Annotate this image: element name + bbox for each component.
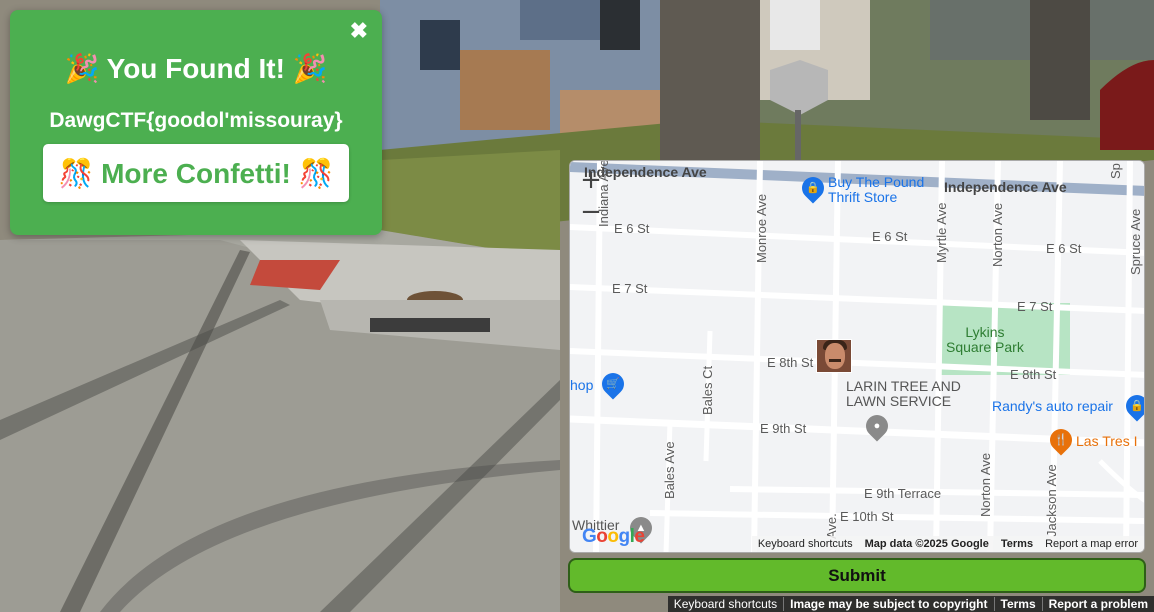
success-popup: ✖ 🎉 You Found It! 🎉 DawgCTF{goodol'misso… — [10, 10, 382, 235]
poi-las-tres[interactable]: Las Tres I — [1076, 433, 1137, 449]
street-label: Spruce Ave — [1128, 208, 1143, 275]
street-label: Myrtle Ave — [934, 202, 949, 263]
poi-lykins-park[interactable]: Lykins Square Park — [946, 325, 1024, 355]
poi-randys-auto[interactable]: Randy's auto repair — [992, 398, 1113, 414]
shopping-pin-icon[interactable]: 🛒 — [597, 368, 629, 400]
popup-title: 🎉 You Found It! 🎉 — [64, 53, 328, 84]
street-label: Bales Ave — [662, 441, 677, 499]
street-label: Jackson Ave — [1044, 464, 1059, 537]
keyboard-shortcuts-link[interactable]: Keyboard shortcuts — [668, 597, 785, 611]
poi-larin-tree[interactable]: LARIN TREE AND LAWN SERVICE — [846, 379, 961, 409]
street-label: Norton Ave — [978, 452, 993, 517]
place-pin-icon[interactable]: ● — [861, 410, 893, 442]
keyboard-shortcuts-link[interactable]: Keyboard shortcuts — [752, 538, 859, 550]
flag-text: DawgCTF{goodol'missouray} — [49, 109, 343, 132]
street-label: Bales Ct — [700, 365, 715, 415]
guess-map[interactable]: + − Independence Ave Independence Ave E … — [569, 160, 1145, 553]
street-label: Indiana Ave — [596, 160, 611, 227]
street-label: Sp — [1108, 163, 1123, 179]
guess-marker-avatar[interactable] — [816, 339, 852, 373]
submit-button[interactable]: Submit — [568, 558, 1146, 593]
terms-link[interactable]: Terms — [995, 538, 1039, 550]
poi-shop[interactable]: hop — [570, 377, 593, 393]
street-label: E 9th St — [760, 421, 807, 436]
street-label: E 9th Terrace — [864, 486, 942, 501]
street-label: E 6 St — [1046, 241, 1082, 256]
street-label: E 8th St — [767, 355, 814, 370]
street-view-footer: Keyboard shortcuts Image may be subject … — [667, 596, 1154, 612]
map-data-text: Map data ©2025 Google — [864, 538, 989, 550]
poi-thrift-store[interactable]: Buy The Pound Thrift Store — [828, 175, 924, 205]
more-confetti-button[interactable]: 🎊 More Confetti! 🎊 — [43, 144, 349, 202]
street-label: E 10th St — [840, 509, 894, 524]
report-map-error-link[interactable]: Report a map error — [1039, 538, 1144, 550]
street-label: E 7 St — [612, 281, 648, 296]
restaurant-pin-icon[interactable]: 🍴 — [1045, 424, 1077, 456]
google-logo: Google — [582, 526, 645, 547]
street-label: Independence Ave — [944, 179, 1067, 195]
street-label: Norton Ave — [990, 202, 1005, 267]
street-label: E 7 St — [1017, 299, 1053, 314]
street-label: E 8th St — [1010, 367, 1057, 382]
street-label: E 6 St — [872, 229, 908, 244]
map-attribution: Keyboard shortcuts Map data ©2025 Google… — [751, 536, 1144, 552]
report-problem-link[interactable]: Report a problem — [1043, 597, 1154, 611]
copyright-text: Image may be subject to copyright — [784, 597, 995, 611]
terms-link[interactable]: Terms — [995, 597, 1043, 611]
shopping-pin-icon[interactable]: 🔒 — [797, 172, 829, 204]
close-popup-button[interactable]: ✖ — [350, 20, 368, 42]
street-label: Monroe Ave — [754, 193, 769, 263]
street-label: E 6 St — [614, 221, 650, 236]
